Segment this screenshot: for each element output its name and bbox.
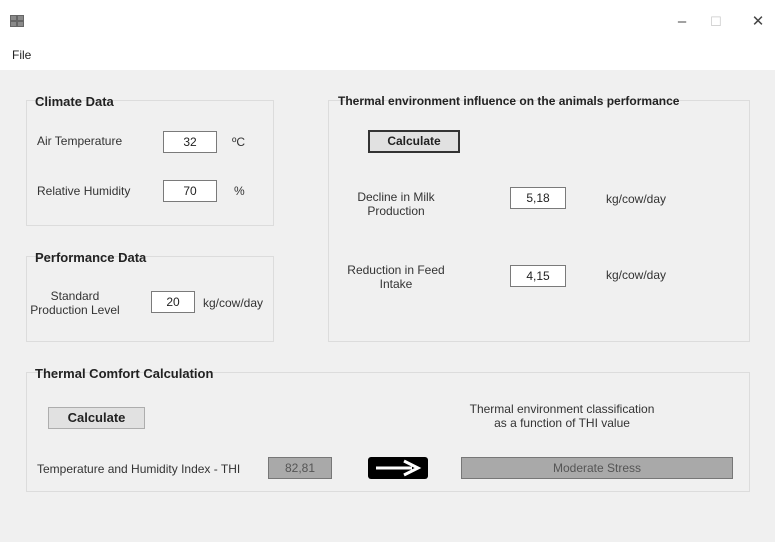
title-bar: – ☐ ✕	[0, 0, 775, 40]
climate-data-group	[26, 100, 274, 226]
relative-humidity-label: Relative Humidity	[37, 184, 131, 198]
classification-caption: Thermal environment classification as a …	[469, 402, 655, 430]
climate-data-title: Climate Data	[35, 94, 114, 109]
influence-calculate-button[interactable]: Calculate	[368, 130, 460, 153]
standard-production-label: Standard Production Level	[30, 289, 120, 317]
thi-value: 82,81	[268, 457, 332, 479]
standard-production-unit: kg/cow/day	[203, 296, 264, 310]
maximize-button[interactable]: ☐	[696, 8, 736, 36]
relative-humidity-input[interactable]: 70	[163, 180, 217, 202]
milk-decline-unit: kg/cow/day	[606, 192, 667, 206]
air-temperature-label: Air Temperature	[37, 134, 123, 148]
air-temperature-input[interactable]: 32	[163, 131, 217, 153]
air-temperature-unit: ºC	[232, 135, 246, 149]
relative-humidity-unit: %	[234, 184, 245, 198]
feed-reduction-value[interactable]: 4,15	[510, 265, 566, 287]
milk-decline-value[interactable]: 5,18	[510, 187, 566, 209]
thermal-comfort-title: Thermal Comfort Calculation	[35, 366, 214, 381]
thi-calculate-button[interactable]: Calculate	[48, 407, 145, 429]
standard-production-input[interactable]: 20	[151, 291, 195, 313]
feed-reduction-label: Reduction in Feed Intake	[347, 263, 445, 291]
thi-label: Temperature and Humidity Index - THI	[37, 462, 241, 476]
app-window: – ☐ ✕ File Climate Data Air Temperature …	[0, 0, 775, 542]
close-button[interactable]: ✕	[738, 8, 775, 36]
menu-bar: File	[0, 40, 775, 70]
classification-value: Moderate Stress	[461, 457, 733, 479]
menu-file[interactable]: File	[12, 48, 31, 62]
thermal-influence-title: Thermal environment influence on the ani…	[338, 94, 680, 108]
feed-reduction-unit: kg/cow/day	[606, 268, 667, 282]
performance-data-title: Performance Data	[35, 250, 147, 265]
app-icon	[10, 15, 24, 27]
milk-decline-label: Decline in Milk Production	[357, 190, 435, 218]
right-arrow-icon	[368, 457, 428, 479]
